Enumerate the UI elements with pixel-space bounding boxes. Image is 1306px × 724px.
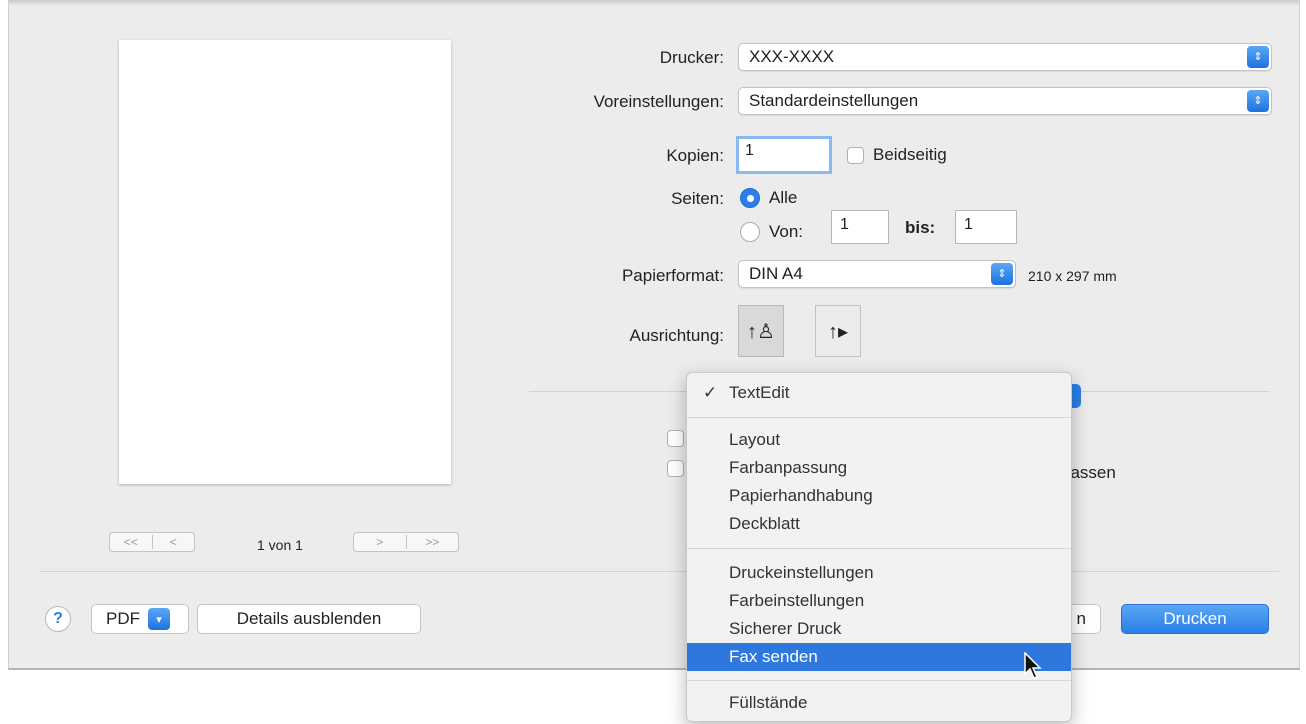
portrait-orientation-icon: ↑♙: [747, 320, 775, 343]
menu-item-color-settings[interactable]: Farbeinstellungen: [687, 587, 1071, 615]
duplex-label: Beidseitig: [873, 145, 947, 164]
pages-from-input[interactable]: 1: [831, 210, 889, 244]
print-button[interactable]: Drucken: [1121, 604, 1269, 634]
copies-input[interactable]: 1: [736, 136, 832, 174]
footer-divider: [39, 571, 1279, 572]
menu-separator: [687, 680, 1071, 681]
print-dialog: << < 1 von 1 > >> Drucker: XXX-XXXX ⇕ Vo…: [8, 0, 1300, 670]
pages-all-radio[interactable]: [740, 188, 760, 208]
pages-range-radio[interactable]: [740, 222, 760, 242]
menu-separator: [687, 548, 1071, 549]
menu-item-textedit[interactable]: ✓ TextEdit: [687, 379, 1071, 407]
printer-label: Drucker:: [659, 48, 724, 67]
preview-back-buttons[interactable]: << <: [109, 532, 195, 552]
menu-item-send-fax[interactable]: Fax senden: [687, 643, 1071, 671]
presets-label: Voreinstellungen:: [593, 92, 724, 111]
menu-item-label: TextEdit: [729, 383, 790, 402]
last-page-icon[interactable]: >>: [405, 535, 459, 549]
menu-item-print-settings[interactable]: Druckeinstellungen: [687, 559, 1071, 587]
presets-select[interactable]: Standardeinstellungen ⇕: [738, 87, 1272, 115]
pages-label: Seiten:: [671, 189, 724, 208]
help-button[interactable]: ?: [45, 606, 71, 632]
duplex-checkbox[interactable]: [847, 147, 864, 164]
printer-select[interactable]: XXX-XXXX ⇕: [738, 43, 1272, 71]
landscape-orientation-button[interactable]: ↑▸: [815, 305, 861, 357]
paper-label: Papierformat:: [621, 266, 724, 285]
option-checkbox-2[interactable]: [667, 460, 684, 477]
portrait-orientation-button[interactable]: ↑♙: [738, 305, 784, 357]
first-page-icon[interactable]: <<: [110, 535, 152, 549]
menu-item-layout[interactable]: Layout: [687, 426, 1071, 454]
mouse-pointer-icon: [1024, 652, 1042, 679]
landscape-orientation-icon: ↑▸: [827, 320, 849, 343]
menu-item-secure-print[interactable]: Sicherer Druck: [687, 615, 1071, 643]
paper-size-text: 210 x 297 mm: [1028, 268, 1117, 284]
menu-item-supply-levels[interactable]: Füllstände: [687, 689, 1071, 717]
stepper-arrows-icon: ⇕: [1247, 90, 1269, 112]
chevron-down-icon: ▾: [148, 608, 170, 630]
stepper-arrows-icon: ⇕: [1247, 46, 1269, 68]
preview-page-count: 1 von 1: [257, 537, 303, 553]
paper-value: DIN A4: [749, 264, 803, 283]
option-checkbox-1[interactable]: [667, 430, 684, 447]
section-popup-menu: ✓ TextEdit Layout Farbanpassung Papierha…: [686, 372, 1072, 722]
menu-item-color-matching[interactable]: Farbanpassung: [687, 454, 1071, 482]
dialog-top-edge: [9, 0, 1299, 6]
presets-value: Standardeinstellungen: [749, 91, 919, 110]
stepper-arrows-icon: ⇕: [991, 263, 1013, 285]
pdf-menu-button[interactable]: PDF ▾: [91, 604, 189, 634]
page-preview: [119, 40, 451, 484]
pages-to-input[interactable]: 1: [955, 210, 1017, 244]
printer-value: XXX-XXXX: [749, 47, 835, 66]
menu-item-paper-handling[interactable]: Papierhandhabung: [687, 482, 1071, 510]
pages-all-label: Alle: [769, 188, 798, 207]
pages-from-label: Von:: [769, 222, 804, 241]
preview-forward-buttons[interactable]: > >>: [353, 532, 459, 552]
menu-separator: [687, 417, 1071, 418]
checkmark-icon: ✓: [703, 383, 718, 402]
menu-item-cover-page[interactable]: Deckblatt: [687, 510, 1071, 538]
pdf-label: PDF: [106, 609, 140, 628]
pages-to-label: bis:: [905, 218, 936, 237]
hide-details-button[interactable]: Details ausblenden: [197, 604, 421, 634]
copies-label: Kopien:: [666, 146, 724, 165]
orientation-label: Ausrichtung:: [629, 326, 725, 345]
next-page-icon[interactable]: >: [354, 535, 406, 549]
paper-select[interactable]: DIN A4 ⇕: [738, 260, 1016, 288]
previous-page-icon[interactable]: <: [151, 535, 195, 549]
